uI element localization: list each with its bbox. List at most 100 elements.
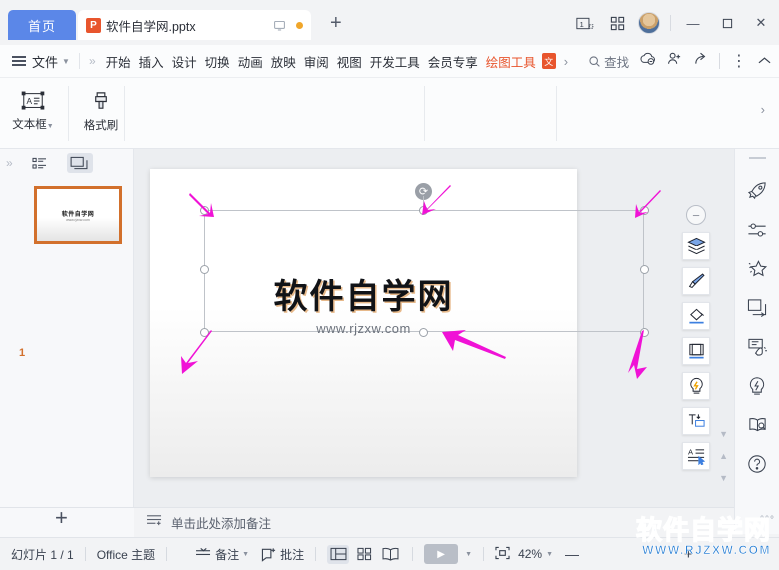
textbox-button[interactable]: A 文本框▼ [6,78,60,144]
new-tab-button[interactable]: + [330,13,342,33]
slide-count-label: 幻灯片 1 / 1 [11,547,74,562]
divider [719,53,720,69]
divider [670,15,671,31]
tab-member-exclusive[interactable]: 会员专享 [424,52,482,71]
share-export-icon[interactable] [693,51,708,71]
thumbnail-subtitle: www.rjzxw.com [66,218,90,222]
divider [483,547,485,561]
find-button[interactable]: 查找 [588,52,629,71]
more-options-icon[interactable]: ⋮ [731,51,747,71]
layers-icon[interactable] [682,232,710,260]
slide-sorter-button[interactable] [353,545,375,564]
notes-toggle-button[interactable]: 备注 ▼ [195,546,249,563]
slides-view-icon[interactable] [66,153,93,173]
zoom-out-button[interactable]: — [565,546,579,562]
handle-top-right[interactable] [639,205,649,215]
slide-title-text[interactable]: 软件自学网 [150,269,577,318]
tab-developer[interactable]: 开发工具 [366,52,424,71]
reading-view-button[interactable] [379,545,401,564]
handle-bottom-right[interactable] [639,327,649,337]
home-tab[interactable]: 首页 [8,10,76,40]
cloud-sync-icon[interactable] [639,51,656,71]
handle-top-center[interactable] [419,205,428,215]
file-menu-label[interactable]: 文件 [32,52,58,71]
menu-scroll-next-icon[interactable]: › [560,54,572,69]
document-tab[interactable]: P 软件自学网.pptx [78,10,311,40]
handle-middle-right[interactable] [639,265,649,274]
maximize-button[interactable] [715,13,739,33]
menu-hamburger-icon[interactable] [12,54,26,69]
book-search-icon[interactable] [744,413,770,437]
brush-icon[interactable] [682,267,710,295]
help-icon[interactable] [744,452,770,476]
tab-review[interactable]: 审阅 [300,52,333,71]
rail-divider [748,157,766,159]
grid-apps-icon[interactable] [606,12,628,34]
canvas-vertical-scrollbar[interactable]: ▼ ▲ ▼ [719,249,728,483]
user-avatar[interactable] [638,12,660,34]
slide-editor[interactable]: ⟳ 软件自学网 www.rjzxw.com [150,169,661,477]
collapse-ribbon-icon[interactable] [758,52,771,70]
scroll-down-icon[interactable]: ▼ [719,473,728,483]
tab-slideshow[interactable]: 放映 [267,52,300,71]
page-count-icon[interactable]: 1 [574,12,596,34]
lightning-bulb-icon[interactable] [744,374,770,398]
fit-slide-icon[interactable] [495,546,510,563]
ribbon-toolbar: A 文本框▼ 格式刷 微软雅黑 (标题) ▼ 60 [0,78,779,210]
zoom-level-label[interactable]: 42% [518,547,542,561]
outline-view-icon[interactable] [27,153,53,173]
divider [124,86,125,141]
chevron-down-icon[interactable]: ▼ [465,551,472,558]
handle-top-left[interactable] [199,205,209,215]
thumbnail-title: 软件自学网 [61,212,95,218]
ribbon-expand-chevron-icon[interactable]: › [761,102,765,117]
tab-transition[interactable]: 切换 [201,52,234,71]
tab-insert[interactable]: 插入 [135,52,168,71]
chevron-down-icon[interactable]: ▼ [62,57,70,66]
minus-circle-icon[interactable]: − [686,205,706,225]
play-slideshow-button[interactable]: ▶ [424,544,459,564]
frame-icon[interactable] [682,337,710,365]
floating-shape-toolbar: − A [682,205,710,470]
home-tab-label: 首页 [27,18,56,34]
chevron-down-icon[interactable]: ▼ [242,551,249,558]
divider [315,547,317,561]
settings-slider-icon[interactable] [744,218,770,242]
chevron-down-icon[interactable]: ▼ [546,551,553,558]
presentation-hand-icon[interactable] [744,335,770,359]
scroll-up-icon[interactable]: ▲ [719,451,728,461]
rocket-icon[interactable] [744,179,770,203]
slide-number: 1 [19,347,26,359]
tab-view[interactable]: 视图 [333,52,366,71]
scroll-prev-slide-icon[interactable]: ▼ [719,429,728,439]
format-painter-button[interactable]: 格式刷 [74,78,128,144]
star-sparkle-icon[interactable] [744,257,770,281]
share-user-icon[interactable] [667,51,682,71]
idea-bulb-icon[interactable] [682,372,710,400]
normal-view-button[interactable] [327,544,350,564]
fill-shape-icon[interactable] [682,302,710,330]
menu-scroll-prev-icon[interactable]: » [89,54,96,68]
text-to-box-icon[interactable] [682,407,710,435]
duplicate-icon[interactable] [744,296,770,320]
add-slide-button[interactable]: + [55,505,68,531]
tab-drawing-tools[interactable]: 绘图工具 [482,52,540,71]
watermark-url: WWW.RJZXW.COM [642,543,771,557]
minimize-button[interactable]: — [681,13,705,33]
comments-button[interactable]: 批注 [261,546,304,563]
slide-thumbnail-1[interactable]: 软件自学网 www.rjzxw.com [34,186,122,244]
tab-start[interactable]: 开始 [102,52,135,71]
pptx-file-icon: P [86,17,101,33]
monitor-icon[interactable] [273,19,286,32]
panel-header: » [0,149,133,177]
notes-icon [146,513,163,532]
slide-subtitle-text[interactable]: www.rjzxw.com [150,321,577,336]
panel-collapse-icon[interactable]: » [6,156,13,170]
contextual-chip[interactable]: 文 [541,53,556,69]
text-select-icon[interactable]: A [682,442,710,470]
theme-label[interactable]: Office 主题 [97,546,155,563]
tab-animation[interactable]: 动画 [234,52,267,71]
close-button[interactable]: ✕ [749,13,773,33]
tab-design[interactable]: 设计 [168,52,201,71]
